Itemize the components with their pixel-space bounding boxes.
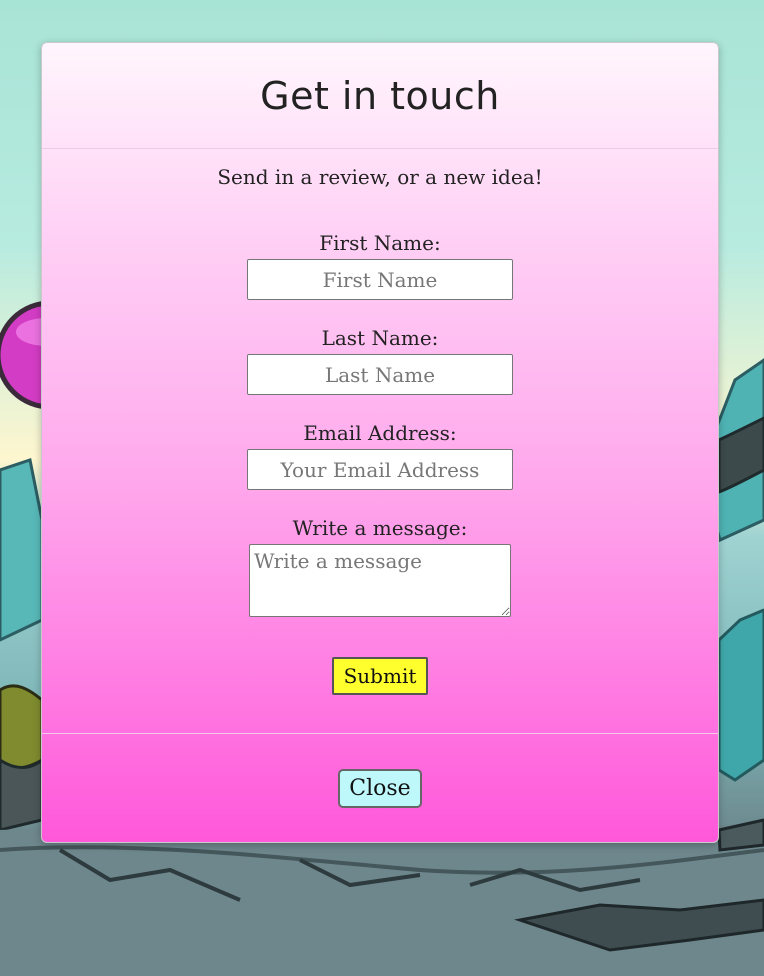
- modal-body: Send in a review, or a new idea! First N…: [42, 165, 718, 695]
- contact-modal: Get in touch Send in a review, or a new …: [41, 42, 719, 843]
- email-input[interactable]: [247, 449, 513, 490]
- modal-subtitle: Send in a review, or a new idea!: [217, 165, 543, 189]
- first-name-input[interactable]: [247, 259, 513, 300]
- ground: [0, 822, 764, 976]
- last-name-label: Last Name:: [321, 326, 439, 350]
- contact-form: First Name: Last Name: Email Address: Wr…: [42, 231, 718, 695]
- modal-header: Get in touch: [42, 43, 718, 149]
- submit-button[interactable]: Submit: [331, 657, 429, 695]
- close-button[interactable]: Close: [338, 768, 422, 808]
- email-group: Email Address:: [42, 421, 718, 490]
- mossy-rock: [0, 684, 44, 770]
- last-name-input[interactable]: [247, 354, 513, 395]
- message-textarea[interactable]: [249, 544, 511, 617]
- email-label: Email Address:: [303, 421, 457, 445]
- modal-title: Get in touch: [260, 73, 500, 118]
- message-label: Write a message:: [292, 516, 468, 540]
- message-group: Write a message:: [42, 516, 718, 617]
- last-name-group: Last Name:: [42, 326, 718, 395]
- first-name-group: First Name:: [42, 231, 718, 300]
- modal-footer: Close: [42, 733, 718, 842]
- first-name-label: First Name:: [319, 231, 441, 255]
- crystal-rock: [0, 458, 44, 642]
